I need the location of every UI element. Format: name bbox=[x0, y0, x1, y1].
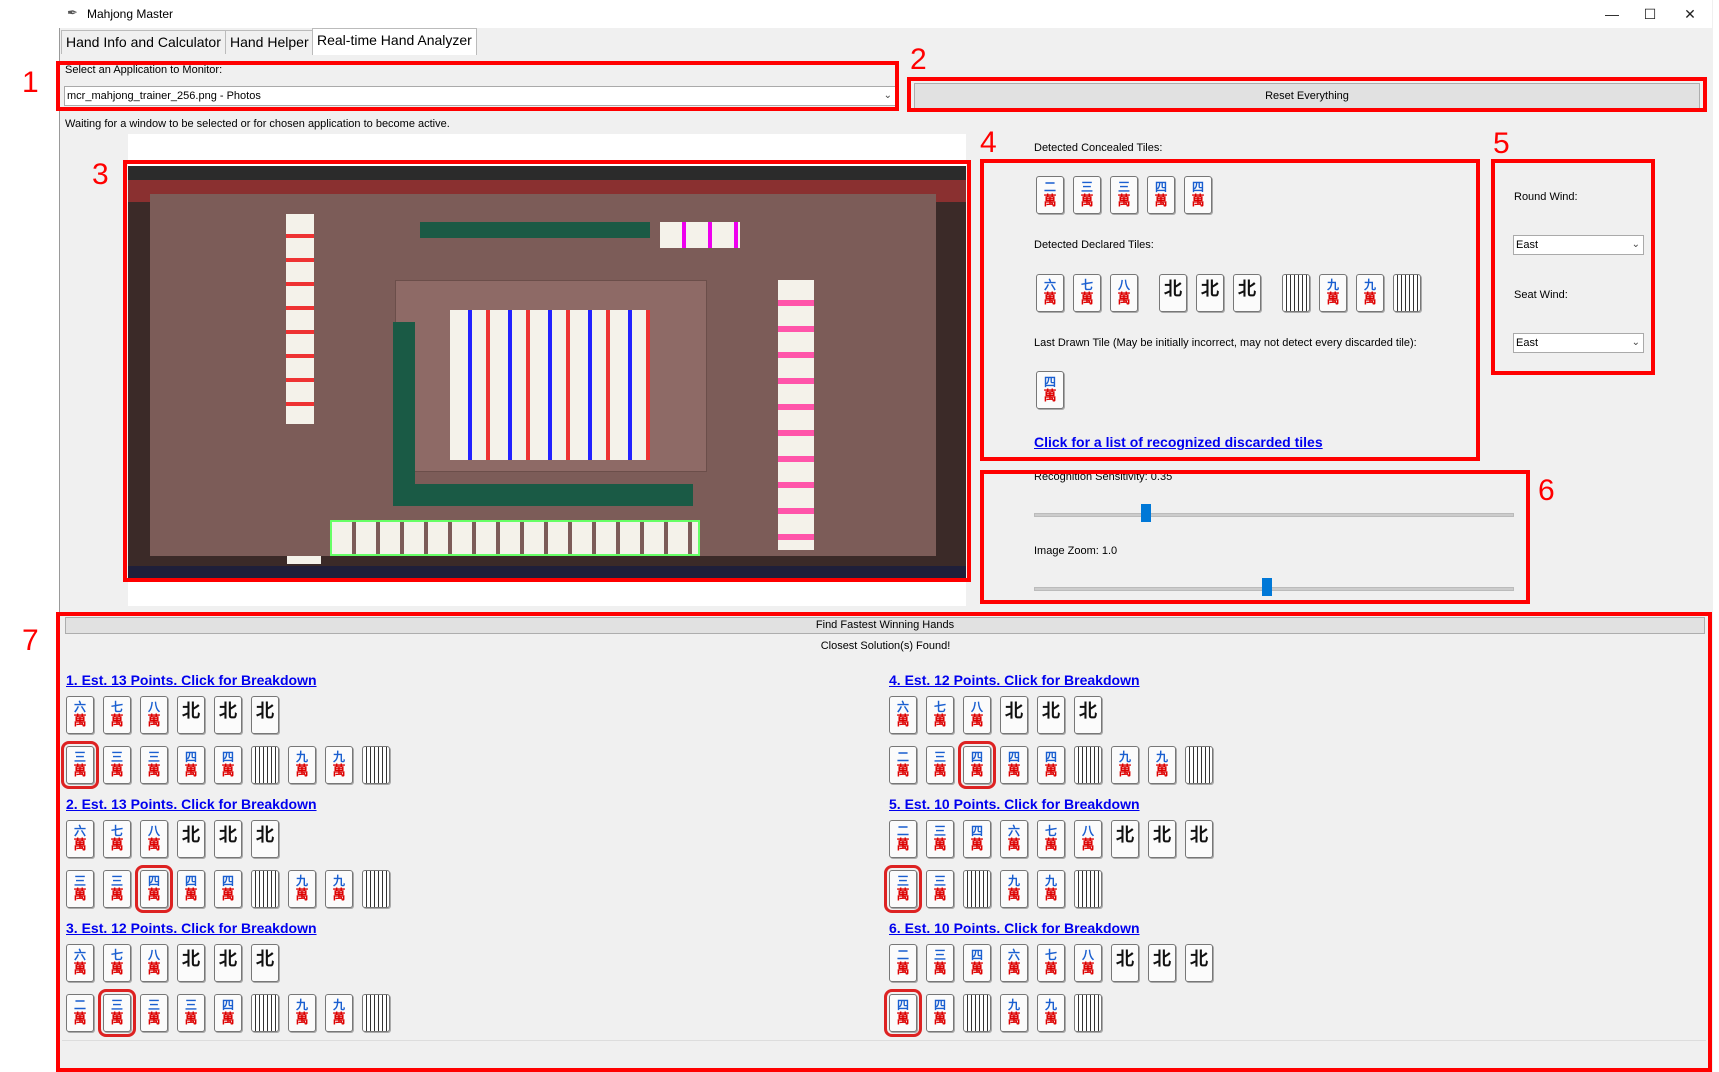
concealed-label: Detected Concealed Tiles: bbox=[1034, 142, 1163, 154]
annotation-2: 2 bbox=[910, 43, 927, 76]
annotation-box-1 bbox=[56, 61, 899, 111]
status-text: Waiting for a window to be selected or f… bbox=[65, 118, 450, 130]
maximize-button[interactable]: ☐ bbox=[1631, 2, 1669, 26]
annotation-box-6 bbox=[980, 470, 1530, 604]
annotation-4: 4 bbox=[980, 126, 997, 159]
annotation-5: 5 bbox=[1493, 127, 1510, 160]
tab-realtime-analyzer[interactable]: Real-time Hand Analyzer bbox=[312, 28, 477, 55]
feather-icon: ✒ bbox=[67, 5, 78, 20]
minimize-button[interactable]: — bbox=[1593, 2, 1631, 26]
annotation-box-4 bbox=[980, 159, 1480, 461]
tab-hand-info[interactable]: Hand Info and Calculator bbox=[61, 30, 226, 54]
annotation-box-7 bbox=[56, 612, 1712, 1072]
annotation-1: 1 bbox=[22, 66, 39, 99]
annotation-6: 6 bbox=[1538, 474, 1555, 507]
close-button[interactable]: ✕ bbox=[1671, 2, 1709, 26]
title-bar: ✒ Mahjong Master — ☐ ✕ bbox=[59, 0, 1712, 28]
annotation-box-2 bbox=[907, 77, 1707, 112]
annotation-box-5 bbox=[1491, 159, 1655, 375]
annotation-3: 3 bbox=[92, 158, 109, 191]
window-title: Mahjong Master bbox=[87, 7, 174, 21]
tab-hand-helper[interactable]: Hand Helper bbox=[225, 30, 314, 54]
annotation-box-3 bbox=[123, 160, 971, 582]
